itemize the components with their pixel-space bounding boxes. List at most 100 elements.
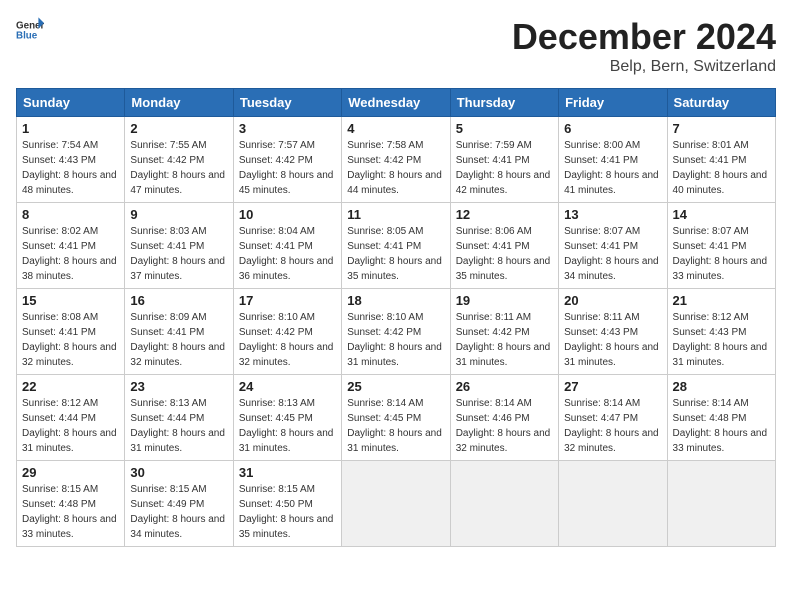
day-cell: 12 Sunrise: 8:06 AMSunset: 4:41 PMDayligh… bbox=[450, 203, 558, 289]
day-info: Sunrise: 7:58 AMSunset: 4:42 PMDaylight:… bbox=[347, 138, 444, 198]
day-number: 15 bbox=[22, 293, 119, 308]
day-number: 11 bbox=[347, 207, 444, 222]
day-info: Sunrise: 8:04 AMSunset: 4:41 PMDaylight:… bbox=[239, 224, 336, 284]
header-cell-tuesday: Tuesday bbox=[233, 89, 341, 117]
day-info: Sunrise: 8:10 AMSunset: 4:42 PMDaylight:… bbox=[347, 310, 444, 370]
day-info: Sunrise: 8:08 AMSunset: 4:41 PMDaylight:… bbox=[22, 310, 119, 370]
week-row-4: 22Sunrise: 8:12 AMSunset: 4:44 PMDayligh… bbox=[17, 375, 776, 461]
day-info: Sunrise: 8:06 AMSunset: 4:41 PMDaylight:… bbox=[456, 224, 553, 284]
svg-text:Blue: Blue bbox=[16, 30, 38, 41]
day-number: 28 bbox=[673, 379, 770, 394]
day-info: Sunrise: 8:14 AMSunset: 4:47 PMDaylight:… bbox=[564, 396, 661, 456]
day-info: Sunrise: 7:59 AMSunset: 4:41 PMDaylight:… bbox=[456, 138, 553, 198]
day-cell: 27 Sunrise: 8:14 AMSunset: 4:47 PMDayligh… bbox=[559, 375, 667, 461]
day-number: 8 bbox=[22, 207, 119, 222]
day-cell: 11 Sunrise: 8:05 AMSunset: 4:41 PMDayligh… bbox=[342, 203, 450, 289]
day-number: 2 bbox=[130, 121, 227, 136]
day-info: Sunrise: 8:11 AMSunset: 4:43 PMDaylight:… bbox=[564, 310, 661, 370]
day-cell: 26 Sunrise: 8:14 AMSunset: 4:46 PMDayligh… bbox=[450, 375, 558, 461]
day-cell bbox=[559, 461, 667, 547]
day-info: Sunrise: 8:15 AMSunset: 4:49 PMDaylight:… bbox=[130, 482, 227, 542]
day-info: Sunrise: 8:02 AMSunset: 4:41 PMDaylight:… bbox=[22, 224, 119, 284]
day-info: Sunrise: 8:11 AMSunset: 4:42 PMDaylight:… bbox=[456, 310, 553, 370]
day-info: Sunrise: 8:14 AMSunset: 4:48 PMDaylight:… bbox=[673, 396, 770, 456]
day-cell: 9 Sunrise: 8:03 AMSunset: 4:41 PMDaylight… bbox=[125, 203, 233, 289]
day-info: Sunrise: 8:05 AMSunset: 4:41 PMDaylight:… bbox=[347, 224, 444, 284]
day-number: 29 bbox=[22, 465, 119, 480]
day-cell: 13Sunrise: 8:07 AMSunset: 4:41 PMDayligh… bbox=[559, 203, 667, 289]
day-cell: 31Sunrise: 8:15 AMSunset: 4:50 PMDayligh… bbox=[233, 461, 341, 547]
day-cell: 4 Sunrise: 7:58 AMSunset: 4:42 PMDaylight… bbox=[342, 117, 450, 203]
day-cell: 2 Sunrise: 7:55 AMSunset: 4:42 PMDaylight… bbox=[125, 117, 233, 203]
day-info: Sunrise: 8:09 AMSunset: 4:41 PMDaylight:… bbox=[130, 310, 227, 370]
day-number: 12 bbox=[456, 207, 553, 222]
day-info: Sunrise: 8:10 AMSunset: 4:42 PMDaylight:… bbox=[239, 310, 336, 370]
header-cell-wednesday: Wednesday bbox=[342, 89, 450, 117]
day-number: 21 bbox=[673, 293, 770, 308]
day-cell bbox=[342, 461, 450, 547]
day-cell: 8 Sunrise: 8:02 AMSunset: 4:41 PMDaylight… bbox=[17, 203, 125, 289]
header-cell-friday: Friday bbox=[559, 89, 667, 117]
day-info: Sunrise: 7:55 AMSunset: 4:42 PMDaylight:… bbox=[130, 138, 227, 198]
day-number: 6 bbox=[564, 121, 661, 136]
day-cell: 16 Sunrise: 8:09 AMSunset: 4:41 PMDayligh… bbox=[125, 289, 233, 375]
day-info: Sunrise: 8:14 AMSunset: 4:45 PMDaylight:… bbox=[347, 396, 444, 456]
header-cell-monday: Monday bbox=[125, 89, 233, 117]
day-number: 25 bbox=[347, 379, 444, 394]
day-info: Sunrise: 8:12 AMSunset: 4:43 PMDaylight:… bbox=[673, 310, 770, 370]
day-info: Sunrise: 8:07 AMSunset: 4:41 PMDaylight:… bbox=[673, 224, 770, 284]
day-cell: 22Sunrise: 8:12 AMSunset: 4:44 PMDayligh… bbox=[17, 375, 125, 461]
week-row-1: 1Sunrise: 7:54 AMSunset: 4:43 PMDaylight… bbox=[17, 117, 776, 203]
day-number: 27 bbox=[564, 379, 661, 394]
day-number: 26 bbox=[456, 379, 553, 394]
day-cell: 24Sunrise: 8:13 AMSunset: 4:45 PMDayligh… bbox=[233, 375, 341, 461]
week-row-3: 15 Sunrise: 8:08 AMSunset: 4:41 PMDayligh… bbox=[17, 289, 776, 375]
day-number: 23 bbox=[130, 379, 227, 394]
day-cell: 10Sunrise: 8:04 AMSunset: 4:41 PMDayligh… bbox=[233, 203, 341, 289]
location-title: Belp, Bern, Switzerland bbox=[512, 58, 776, 76]
day-info: Sunrise: 8:14 AMSunset: 4:46 PMDaylight:… bbox=[456, 396, 553, 456]
header-cell-thursday: Thursday bbox=[450, 89, 558, 117]
day-number: 16 bbox=[130, 293, 227, 308]
calendar-table: SundayMondayTuesdayWednesdayThursdayFrid… bbox=[16, 88, 776, 547]
day-info: Sunrise: 8:01 AMSunset: 4:41 PMDaylight:… bbox=[673, 138, 770, 198]
day-info: Sunrise: 8:15 AMSunset: 4:48 PMDaylight:… bbox=[22, 482, 119, 542]
day-number: 18 bbox=[347, 293, 444, 308]
day-info: Sunrise: 7:57 AMSunset: 4:42 PMDaylight:… bbox=[239, 138, 336, 198]
day-cell: 6 Sunrise: 8:00 AMSunset: 4:41 PMDaylight… bbox=[559, 117, 667, 203]
day-number: 22 bbox=[22, 379, 119, 394]
day-cell: 3 Sunrise: 7:57 AMSunset: 4:42 PMDaylight… bbox=[233, 117, 341, 203]
day-cell bbox=[667, 461, 775, 547]
day-number: 3 bbox=[239, 121, 336, 136]
day-number: 31 bbox=[239, 465, 336, 480]
day-number: 5 bbox=[456, 121, 553, 136]
day-number: 13 bbox=[564, 207, 661, 222]
day-cell: 19Sunrise: 8:11 AMSunset: 4:42 PMDayligh… bbox=[450, 289, 558, 375]
day-number: 17 bbox=[239, 293, 336, 308]
day-number: 20 bbox=[564, 293, 661, 308]
day-number: 9 bbox=[130, 207, 227, 222]
day-cell: 21 Sunrise: 8:12 AMSunset: 4:43 PMDayligh… bbox=[667, 289, 775, 375]
day-info: Sunrise: 8:13 AMSunset: 4:44 PMDaylight:… bbox=[130, 396, 227, 456]
day-info: Sunrise: 8:03 AMSunset: 4:41 PMDaylight:… bbox=[130, 224, 227, 284]
day-number: 4 bbox=[347, 121, 444, 136]
header-cell-sunday: Sunday bbox=[17, 89, 125, 117]
day-number: 30 bbox=[130, 465, 227, 480]
day-cell: 15 Sunrise: 8:08 AMSunset: 4:41 PMDayligh… bbox=[17, 289, 125, 375]
day-info: Sunrise: 8:00 AMSunset: 4:41 PMDaylight:… bbox=[564, 138, 661, 198]
day-cell: 14 Sunrise: 8:07 AMSunset: 4:41 PMDayligh… bbox=[667, 203, 775, 289]
day-cell: 17 Sunrise: 8:10 AMSunset: 4:42 PMDayligh… bbox=[233, 289, 341, 375]
day-cell: 7 Sunrise: 8:01 AMSunset: 4:41 PMDaylight… bbox=[667, 117, 775, 203]
day-number: 14 bbox=[673, 207, 770, 222]
day-cell: 1Sunrise: 7:54 AMSunset: 4:43 PMDaylight… bbox=[17, 117, 125, 203]
day-cell: 5 Sunrise: 7:59 AMSunset: 4:41 PMDaylight… bbox=[450, 117, 558, 203]
week-row-5: 29 Sunrise: 8:15 AMSunset: 4:48 PMDayligh… bbox=[17, 461, 776, 547]
logo-icon: General Blue bbox=[16, 16, 44, 44]
header-cell-saturday: Saturday bbox=[667, 89, 775, 117]
month-title: December 2024 bbox=[512, 16, 776, 58]
logo: General Blue bbox=[16, 16, 44, 44]
week-row-2: 8 Sunrise: 8:02 AMSunset: 4:41 PMDaylight… bbox=[17, 203, 776, 289]
day-cell: 29 Sunrise: 8:15 AMSunset: 4:48 PMDayligh… bbox=[17, 461, 125, 547]
day-number: 7 bbox=[673, 121, 770, 136]
day-number: 1 bbox=[22, 121, 119, 136]
